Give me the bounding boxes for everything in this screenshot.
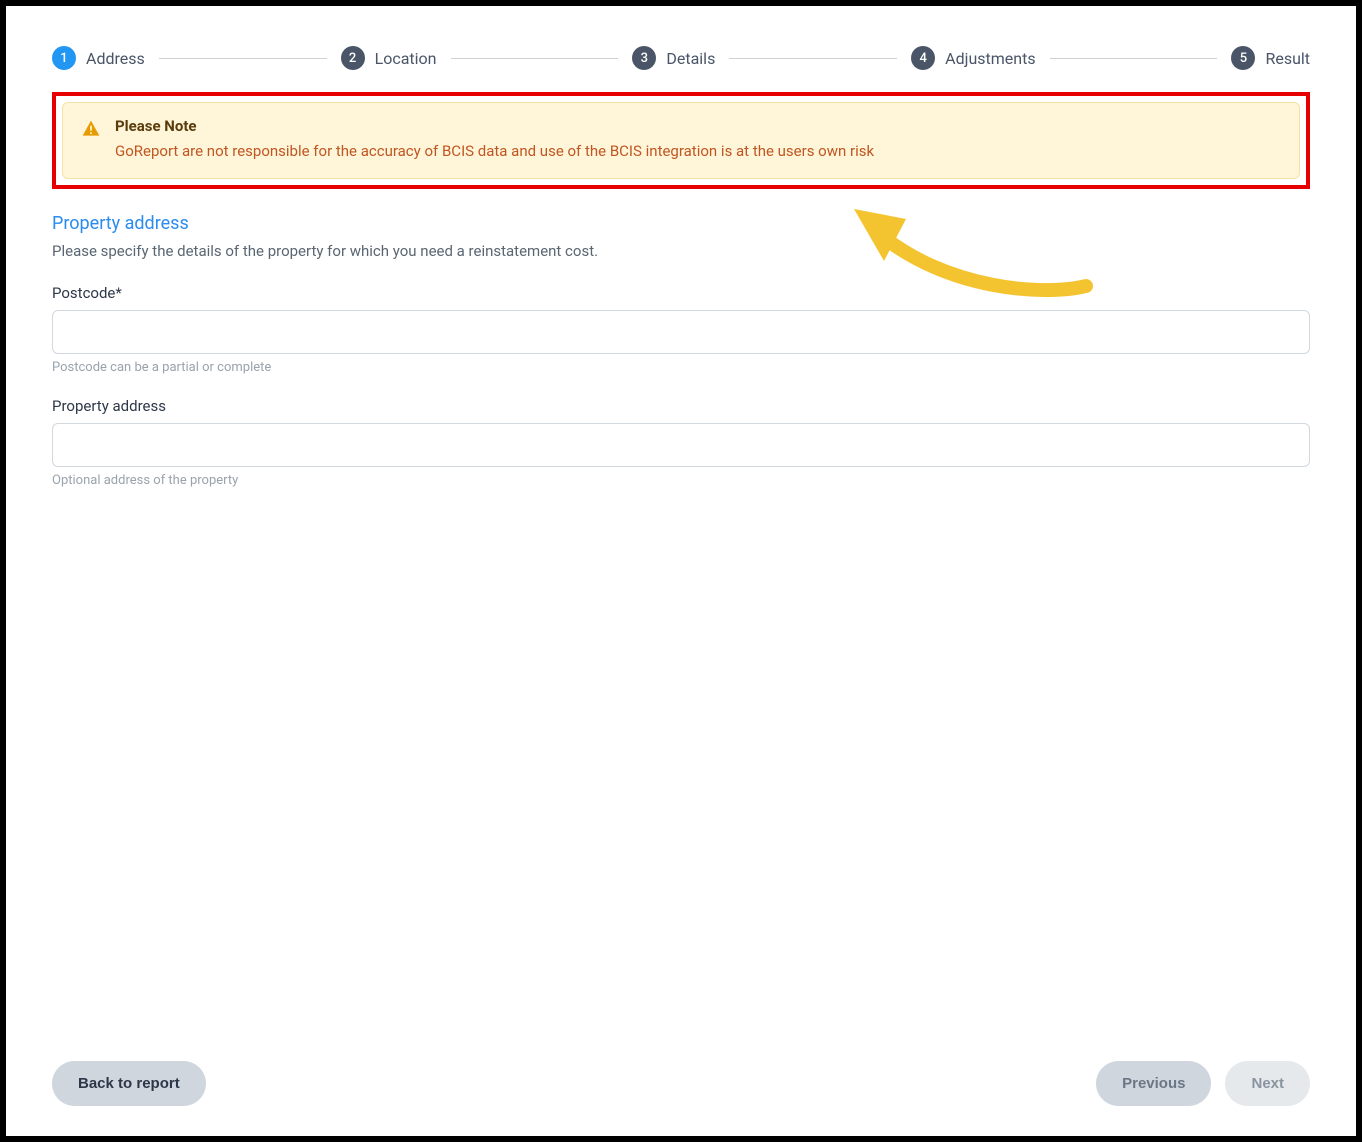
previous-button[interactable]: Previous (1096, 1061, 1211, 1106)
postcode-label: Postcode* (52, 284, 1310, 302)
postcode-input[interactable] (52, 310, 1310, 354)
step-label: Result (1265, 49, 1310, 68)
back-to-report-button[interactable]: Back to report (52, 1061, 206, 1106)
section-title: Property address (52, 213, 1310, 234)
step-adjustments[interactable]: 4 Adjustments (911, 46, 1035, 70)
step-badge: 1 (52, 46, 76, 70)
step-label: Details (666, 49, 715, 68)
step-result[interactable]: 5 Result (1231, 46, 1310, 70)
stepper: 1 Address 2 Location 3 Details 4 Adjustm… (52, 46, 1310, 70)
step-badge: 5 (1231, 46, 1255, 70)
address-input[interactable] (52, 423, 1310, 467)
alert-body: GoReport are not responsible for the acc… (115, 141, 874, 162)
alert-title: Please Note (115, 117, 874, 135)
warning-icon (81, 119, 101, 139)
step-location[interactable]: 2 Location (341, 46, 437, 70)
postcode-hint: Postcode can be a partial or complete (52, 360, 1310, 375)
alert-please-note: Please Note GoReport are not responsible… (62, 102, 1300, 179)
step-label: Location (375, 49, 437, 68)
step-divider (1050, 58, 1218, 59)
step-divider (159, 58, 327, 59)
section-description: Please specify the details of the proper… (52, 242, 1310, 260)
alert-text: Please Note GoReport are not responsible… (115, 117, 874, 162)
step-badge: 3 (632, 46, 656, 70)
wizard-frame: 1 Address 2 Location 3 Details 4 Adjustm… (6, 6, 1356, 1136)
step-details[interactable]: 3 Details (632, 46, 715, 70)
step-label: Adjustments (945, 49, 1035, 68)
alert-highlight-box: Please Note GoReport are not responsible… (52, 92, 1310, 189)
address-label: Property address (52, 397, 1310, 415)
step-badge: 2 (341, 46, 365, 70)
wizard-footer: Back to report Previous Next (52, 1041, 1310, 1106)
next-button[interactable]: Next (1225, 1061, 1310, 1106)
step-divider (451, 58, 619, 59)
step-badge: 4 (911, 46, 935, 70)
address-hint: Optional address of the property (52, 473, 1310, 488)
step-label: Address (86, 49, 145, 68)
step-address[interactable]: 1 Address (52, 46, 145, 70)
footer-right: Previous Next (1096, 1061, 1310, 1106)
step-divider (729, 58, 897, 59)
